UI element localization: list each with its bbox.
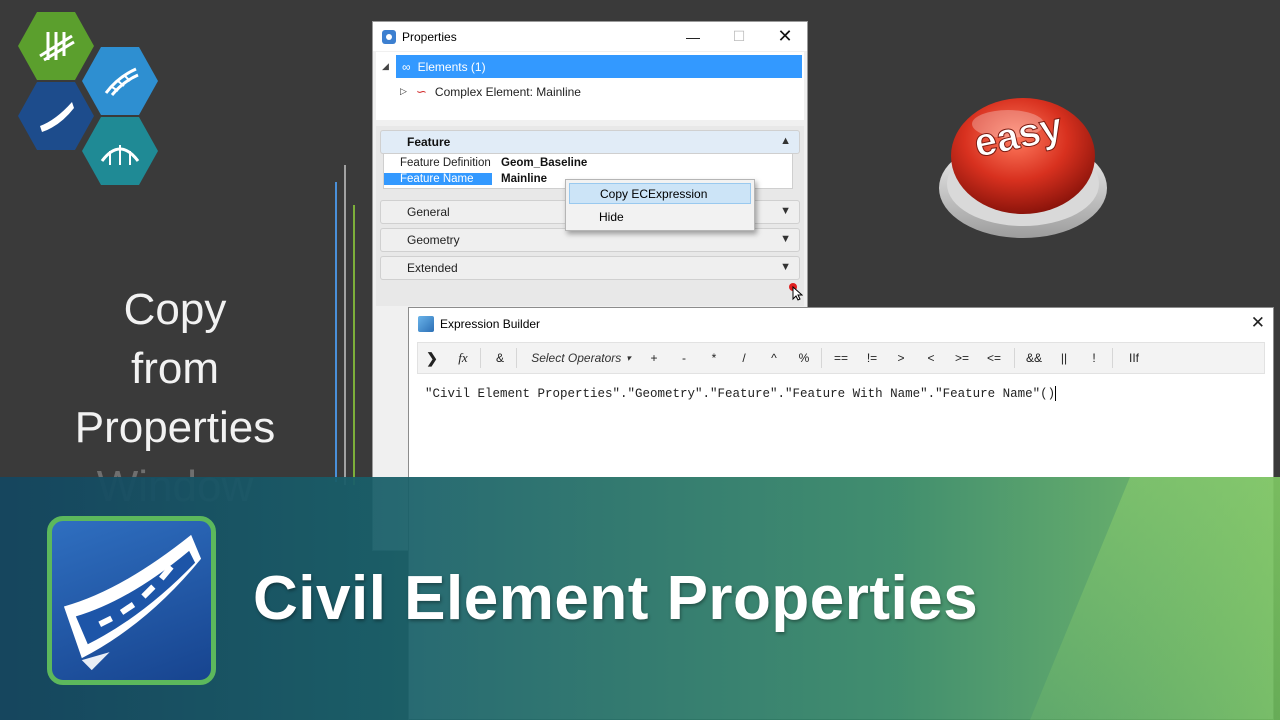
table-row[interactable]: Feature Definition Geom_Baseline [384,155,587,171]
road-hex-icon [18,82,94,150]
caption-line-3: Properties [74,403,276,452]
caption-line-1: Copy [123,285,227,334]
operator-not-equals-button[interactable]: != [860,343,884,373]
section-general-label: General [407,205,450,219]
bridge-hex-icon [82,117,158,185]
minimize-button[interactable]: — [673,22,713,51]
operator-minus-button[interactable]: - [674,343,694,373]
expand-button[interactable]: ❯ [422,343,442,373]
caption-line-2: from [131,344,219,393]
text-caret [1055,386,1057,401]
toolbar-separator [1014,348,1015,368]
decor-line-2 [344,165,346,485]
tree-item-elements[interactable]: ∞ Elements (1) [396,55,802,78]
properties-title: Properties [402,29,457,44]
close-button[interactable]: ✕ [765,22,805,51]
road-logo-icon [63,534,202,671]
operator-greater-equal-button[interactable]: >= [950,343,974,373]
expression-input[interactable]: "Civil Element Properties"."Geometry"."F… [425,386,1057,401]
operator-plus-button[interactable]: + [644,343,664,373]
expression-builder-app-icon [418,315,434,332]
road-icon [40,102,74,132]
operator-multiply-button[interactable]: * [704,343,724,373]
properties-titlebar[interactable]: Properties — ☐ ✕ [373,22,807,51]
section-geometry[interactable]: Geometry ▼ [380,228,800,252]
openroads-logo-icon [47,516,216,685]
close-icon[interactable]: ✕ [1251,313,1265,333]
select-operators-dropdown[interactable]: Select Operators ▾ [524,343,638,373]
grid-road-icon [39,32,75,62]
operator-or-button[interactable]: || [1054,343,1074,373]
chevron-down-icon: ▾ [626,352,631,363]
decor-line-1 [335,182,337,482]
section-geometry-label: Geometry [407,233,460,247]
section-extended-label: Extended [407,261,458,275]
elements-icon: ∞ [402,59,411,74]
bridge-icon [100,145,140,165]
rail-hex-icon [82,47,158,115]
operator-power-button[interactable]: ^ [764,343,784,373]
menu-item-copy-ecexpression[interactable]: Copy ECExpression [569,183,751,204]
menu-item-hide[interactable]: Hide [569,206,751,227]
section-feature-label: Feature [407,135,451,149]
concat-button[interactable]: & [492,343,508,373]
feature-name-value: Mainline [501,173,548,185]
select-operators-label: Select Operators [531,351,622,365]
operator-greater-button[interactable]: > [891,343,911,373]
chevron-down-icon[interactable]: ▼ [780,233,791,245]
operator-divide-button[interactable]: / [734,343,754,373]
tree-item-elements-label: Elements (1) [417,59,486,74]
operator-and-button[interactable]: && [1022,343,1046,373]
element-tree: ◢ ∞ Elements (1) ▷ ∽ Complex Element: Ma… [376,52,804,120]
feature-name-key: Feature Name [384,173,492,185]
banner-title: Civil Element Properties [253,564,979,633]
context-menu: Copy ECExpression Hide [565,179,755,231]
expression-text: "Civil Element Properties"."Geometry"."F… [425,386,1056,401]
title-banner: Civil Element Properties [0,477,1280,720]
operator-modulo-button[interactable]: % [794,343,814,373]
roads-hex-icon [18,12,94,80]
table-row[interactable]: Feature Name Mainline [384,171,547,187]
section-feature[interactable]: Feature ▲ [380,130,800,154]
toolbar-separator [480,348,481,368]
banner-facet [1030,477,1280,720]
operator-less-equal-button[interactable]: <= [982,343,1006,373]
toolbar-separator [516,348,517,368]
section-extended[interactable]: Extended ▼ [380,256,800,280]
mouse-cursor-icon [789,283,803,301]
operator-equals-button[interactable]: == [829,343,853,373]
tree-collapse-icon[interactable]: ◢ [376,61,396,72]
properties-app-icon [382,29,396,44]
tree-item-complex-element[interactable]: ▷ ∽ Complex Element: Mainline [376,80,804,103]
rail-icon [104,67,139,96]
expression-builder-title: Expression Builder [440,316,541,331]
maximize-button[interactable]: ☐ [719,22,759,51]
toolbar-separator [1112,348,1113,368]
tree-expand-icon[interactable]: ▷ [376,86,416,97]
function-button[interactable]: fx [452,343,474,373]
decor-line-3 [353,205,355,485]
chevron-up-icon[interactable]: ▲ [780,135,791,147]
operator-toolbar: ❯ fx & Select Operators ▾ + - * / ^ % ==… [417,342,1265,374]
operator-not-button[interactable]: ! [1084,343,1104,373]
operator-iif-button[interactable]: IIf [1120,343,1148,373]
feature-definition-key: Feature Definition [400,157,491,169]
chevron-down-icon[interactable]: ▼ [780,261,791,273]
expression-builder-titlebar[interactable]: Expression Builder ✕ [409,308,1273,339]
complex-element-icon: ∽ [416,83,427,99]
chevron-down-icon[interactable]: ▼ [780,205,791,217]
tree-item-complex-label: Complex Element: Mainline [434,84,581,99]
feature-definition-value: Geom_Baseline [501,157,588,169]
toolbar-separator [821,348,822,368]
easy-button-image: easy [939,98,1107,238]
operator-less-button[interactable]: < [921,343,941,373]
